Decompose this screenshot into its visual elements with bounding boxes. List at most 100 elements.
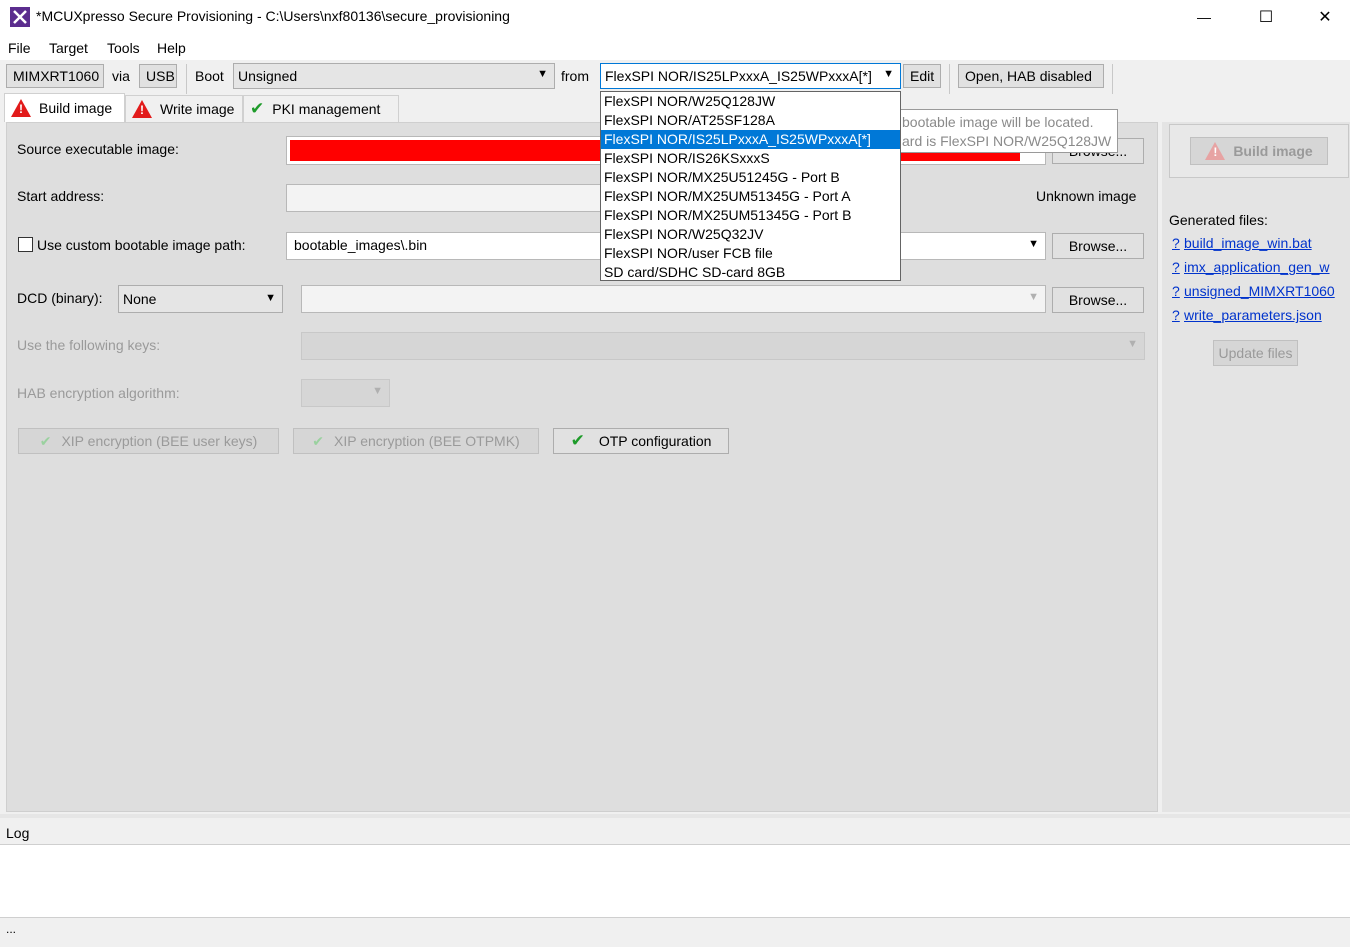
check-icon: ✔	[39, 432, 52, 449]
menu-tools[interactable]: Tools	[107, 40, 140, 56]
tab-label: PKI management	[272, 101, 381, 117]
dropdown-option[interactable]: FlexSPI NOR/MX25U51245G - Port B	[601, 168, 900, 187]
warning-icon: !	[11, 99, 31, 117]
help-mark[interactable]: ?	[1172, 283, 1180, 299]
maximize-icon: ☐	[1258, 9, 1274, 26]
boot-memory-value: FlexSPI NOR/IS25LPxxxA_IS25WPxxxA[*]	[605, 68, 872, 84]
tab-build-image[interactable]: ! Build image	[4, 93, 125, 122]
build-image-button: ! Build image	[1190, 137, 1328, 165]
window-title: *MCUXpresso Secure Provisioning - C:\Use…	[36, 8, 510, 24]
close-button[interactable]: ✕	[1296, 0, 1350, 34]
source-image-label: Source executable image:	[17, 141, 179, 157]
toolbar-separator	[949, 64, 950, 94]
help-mark[interactable]: ?	[1172, 235, 1180, 251]
status-bar: ...	[0, 918, 1350, 947]
update-files-button: Update files	[1213, 340, 1298, 366]
tab-label: Write image	[160, 101, 235, 117]
otp-configuration-label: OTP configuration	[598, 433, 712, 449]
custom-path-value: bootable_images\.bin	[294, 237, 428, 253]
tab-pki-management[interactable]: ✔ PKI management	[243, 95, 399, 122]
help-mark[interactable]: ?	[1172, 307, 1180, 323]
generated-file-link[interactable]: build_image_win.bat	[1184, 235, 1312, 251]
toolbar-separator	[1112, 64, 1113, 94]
boot-memory-dropdown[interactable]: FlexSPI NOR/W25Q128JW FlexSPI NOR/AT25SF…	[600, 91, 901, 281]
menu-bar	[0, 34, 1350, 60]
tab-write-image[interactable]: ! Write image	[125, 95, 243, 122]
chevron-down-icon: ▼	[537, 68, 548, 80]
edit-button[interactable]: Edit	[903, 64, 941, 88]
check-icon: ✔	[250, 99, 265, 118]
dropdown-option[interactable]: FlexSPI NOR/W25Q32JV	[601, 225, 900, 244]
toolbar-separator	[186, 64, 187, 94]
boot-memory-select[interactable]: FlexSPI NOR/IS25LPxxxA_IS25WPxxxA[*] ▼	[600, 63, 901, 89]
close-icon: ✕	[1318, 9, 1332, 26]
chevron-down-icon: ▼	[883, 68, 894, 80]
menu-target[interactable]: Target	[49, 40, 88, 56]
dropdown-option[interactable]: FlexSPI NOR/AT25SF128A	[601, 111, 900, 130]
custom-path-label: Use custom bootable image path:	[37, 237, 246, 253]
warning-icon: !	[1205, 142, 1226, 160]
keys-select: ▼	[301, 332, 1145, 360]
generated-file-link[interactable]: imx_application_gen_w	[1184, 259, 1348, 275]
dcd-value: None	[123, 291, 157, 307]
xip-bee-user-label: XIP encryption (BEE user keys)	[61, 433, 258, 449]
via-label: via	[112, 68, 130, 84]
boot-type-value: Unsigned	[238, 68, 298, 84]
build-image-label: Build image	[1233, 143, 1313, 159]
dcd-label: DCD (binary):	[17, 290, 103, 306]
mcuxpresso-x-icon	[10, 7, 30, 27]
hab-algorithm-label: HAB encryption algorithm:	[17, 385, 180, 401]
dcd-select[interactable]: None ▼	[118, 285, 283, 313]
xip-bee-user-button: ✔ XIP encryption (BEE user keys)	[18, 428, 279, 454]
dropdown-option[interactable]: FlexSPI NOR/user FCB file	[601, 244, 900, 263]
check-icon: ✔	[570, 431, 585, 450]
xip-bee-otpmk-label: XIP encryption (BEE OTPMK)	[334, 433, 520, 449]
hab-algorithm-select: ▼	[301, 379, 390, 407]
chevron-down-icon: ▼	[372, 385, 383, 397]
unknown-image-label: Unknown image	[1036, 188, 1137, 204]
chevron-down-icon: ▼	[1127, 338, 1138, 350]
chevron-down-icon: ▼	[1028, 291, 1039, 303]
maximize-button[interactable]: ☐	[1237, 0, 1295, 34]
xip-bee-otpmk-button: ✔ XIP encryption (BEE OTPMK)	[293, 428, 539, 454]
splitter[interactable]	[0, 814, 1350, 818]
keys-label: Use the following keys:	[17, 337, 161, 353]
connection-button[interactable]: USB	[139, 64, 177, 88]
lifecycle-button[interactable]: Open, HAB disabled	[958, 64, 1104, 88]
dropdown-option[interactable]: FlexSPI NOR/MX25UM51345G - Port A	[601, 187, 900, 206]
minimize-icon: —	[1197, 9, 1211, 25]
log-label: Log	[6, 825, 30, 841]
custom-path-browse-button[interactable]: Browse...	[1052, 233, 1144, 259]
status-text: ...	[6, 922, 17, 936]
dropdown-option-selected[interactable]: FlexSPI NOR/IS25LPxxxA_IS25WPxxxA[*]	[601, 130, 900, 149]
dropdown-option[interactable]: SD card/SDHC SD-card 8GB	[601, 263, 900, 282]
tooltip-line: ard is FlexSPI NOR/W25Q128JW	[902, 133, 1112, 149]
chevron-down-icon: ▼	[265, 292, 276, 304]
build-image-panel	[6, 122, 1158, 812]
warning-icon: !	[132, 100, 152, 118]
tooltip-line: bootable image will be located.	[902, 114, 1094, 130]
generated-files-label: Generated files:	[1169, 212, 1268, 228]
boot-label: Boot	[195, 68, 224, 84]
help-mark[interactable]: ?	[1172, 259, 1180, 275]
menu-file[interactable]: File	[8, 40, 31, 56]
check-icon: ✔	[312, 432, 325, 449]
generated-file-link[interactable]: write_parameters.json	[1184, 307, 1322, 323]
dropdown-option[interactable]: FlexSPI NOR/IS26KSxxxS	[601, 149, 900, 168]
otp-configuration-button[interactable]: ✔ OTP configuration	[553, 428, 729, 454]
dropdown-option[interactable]: FlexSPI NOR/MX25UM51345G - Port B	[601, 206, 900, 225]
device-button[interactable]: MIMXRT1060	[6, 64, 104, 88]
boot-type-select[interactable]: Unsigned ▼	[233, 63, 555, 89]
tab-label: Build image	[39, 100, 113, 116]
start-address-field[interactable]	[286, 184, 606, 212]
menu-help[interactable]: Help	[157, 40, 186, 56]
minimize-button[interactable]: —	[1175, 0, 1233, 34]
custom-path-checkbox[interactable]	[18, 237, 33, 252]
dropdown-option[interactable]: FlexSPI NOR/W25Q128JW	[601, 92, 900, 111]
generated-file-link[interactable]: unsigned_MIMXRT1060	[1184, 283, 1348, 299]
dcd-browse-button[interactable]: Browse...	[1052, 287, 1144, 313]
dcd-file-select: ▼	[301, 285, 1046, 313]
from-label: from	[561, 68, 589, 84]
boot-memory-tooltip: bootable image will be located. ard is F…	[893, 109, 1118, 153]
log-area[interactable]	[0, 844, 1350, 918]
